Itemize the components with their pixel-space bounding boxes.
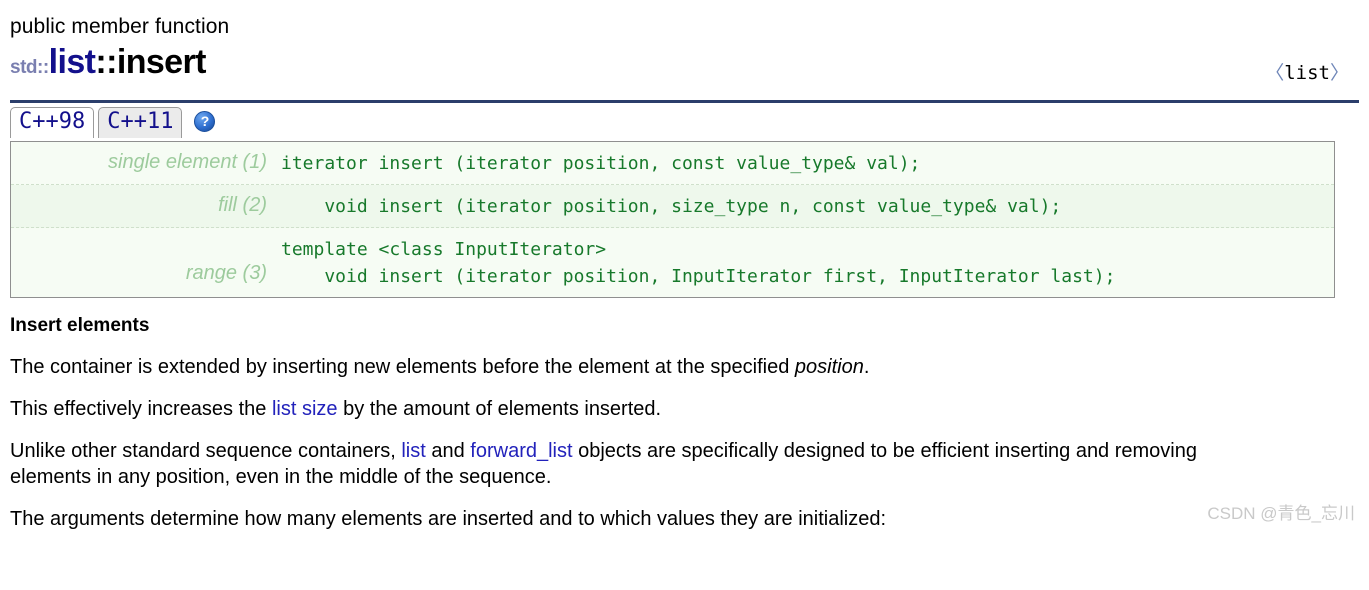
tab-cpp11[interactable]: C++11 <box>98 107 183 138</box>
page-root: public member function std::list::insert… <box>0 0 1369 532</box>
prototype-row: fill (2) void insert (iterator position,… <box>11 185 1334 228</box>
link-list-size[interactable]: list size <box>272 398 338 420</box>
prototype-label: range (3) <box>185 262 267 284</box>
prototype-label: single element (1) <box>108 151 267 173</box>
emphasis-position: position <box>794 356 864 378</box>
include-header-label: 〈list〉 <box>1265 58 1349 85</box>
title-separator: :: <box>95 43 117 81</box>
paragraph-text: . <box>863 356 870 378</box>
include-header-name: list <box>1284 62 1330 84</box>
section-title: Insert elements <box>10 315 150 336</box>
standard-version-tabs: C++98 C++11 ? <box>10 103 1359 139</box>
prototype-row: single element (1) iterator insert (iter… <box>11 142 1334 185</box>
link-forward-list[interactable]: forward_list <box>470 440 572 462</box>
paragraph-efficiency: Unlike other standard sequence container… <box>10 438 1245 490</box>
paragraph-text: by the amount of elements inserted. <box>337 398 662 420</box>
paragraph-text: This effectively increases the <box>10 398 272 420</box>
watermark: CSDN @青色_忘川 <box>1207 504 1355 523</box>
paragraph-text: The container is extended by inserting n… <box>10 356 795 378</box>
title-class: list <box>48 43 96 81</box>
function-kind-label: public member function <box>10 15 230 38</box>
title-function: insert <box>116 43 207 81</box>
link-list[interactable]: list <box>401 440 425 462</box>
paragraph-description: The container is extended by inserting n… <box>10 354 1250 380</box>
paragraph-arguments: The arguments determine how many element… <box>10 508 887 530</box>
prototype-code: template <class InputIterator> void inse… <box>281 239 1116 287</box>
paragraph-text: and <box>425 440 471 462</box>
prototype-code: void insert (iterator position, size_typ… <box>281 196 1062 217</box>
prototype-block: single element (1) iterator insert (iter… <box>10 141 1335 298</box>
help-icon[interactable]: ? <box>194 111 216 132</box>
angle-open-icon: 〈 <box>1265 62 1285 84</box>
prototype-code: iterator insert (iterator position, cons… <box>281 153 921 174</box>
prototype-row: range (3) template <class InputIterator>… <box>11 228 1334 297</box>
page-header: public member function std::list::insert… <box>10 0 1359 89</box>
paragraph-size-effect: This effectively increases the list size… <box>10 396 1250 422</box>
tab-cpp98[interactable]: C++98 <box>10 107 95 138</box>
title-namespace: std:: <box>10 57 49 78</box>
paragraph-text: Unlike other standard sequence container… <box>10 440 402 462</box>
angle-close-icon: 〉 <box>1329 62 1349 84</box>
prototype-label: fill (2) <box>218 194 267 216</box>
page-title: std::list::insert <box>10 42 1359 89</box>
